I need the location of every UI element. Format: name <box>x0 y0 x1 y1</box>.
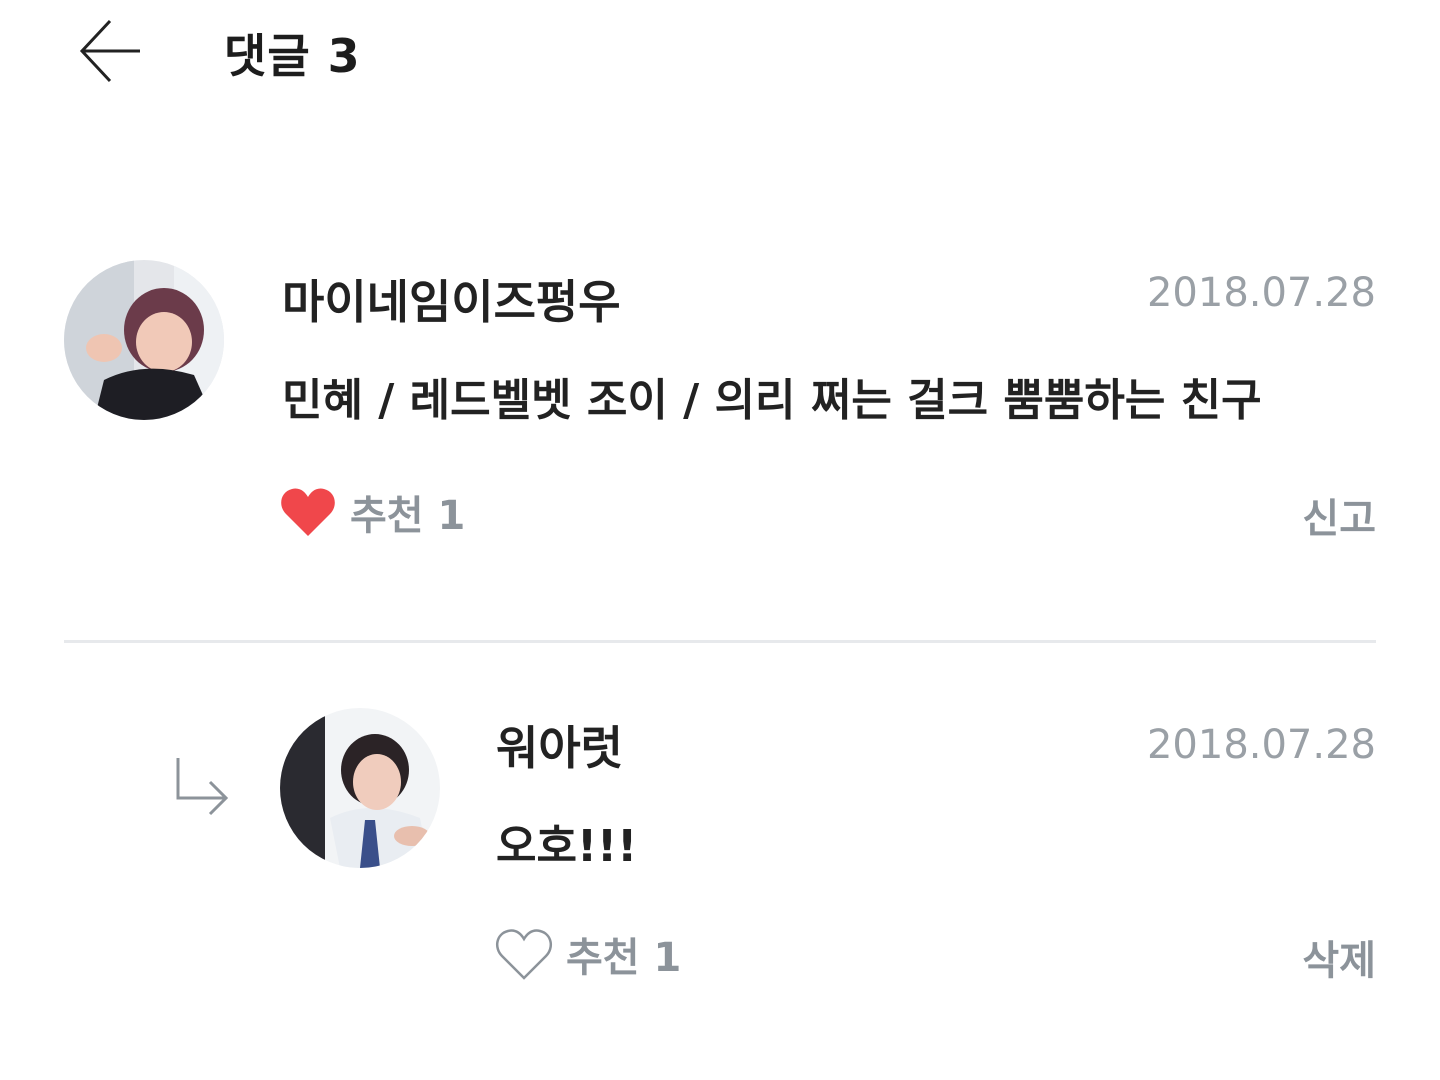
like-count: 추천 1 <box>350 493 466 539</box>
like-button[interactable]: 추천 1 <box>494 924 681 984</box>
reply-arrow-icon <box>176 758 229 816</box>
arrow-left-icon[interactable] <box>74 16 146 86</box>
like-button[interactable]: 추천 1 <box>278 482 465 542</box>
divider <box>64 640 1376 643</box>
comment-text: 오호!!! <box>496 821 638 872</box>
comment-date: 2018.07.28 <box>1146 722 1376 768</box>
avatar[interactable] <box>280 708 440 868</box>
like-count: 추천 1 <box>566 935 682 981</box>
avatar[interactable] <box>64 260 224 420</box>
page-title: 댓글 3 <box>224 29 361 83</box>
comment-author[interactable]: 마이네임이즈펑우 <box>282 266 621 332</box>
comment-author[interactable]: 워아럿 <box>496 712 623 778</box>
heart-filled-icon <box>281 488 335 536</box>
report-button[interactable]: 신고 <box>1302 486 1376 544</box>
comment-text: 민혜 / 레드벨벳 조이 / 의리 쩌는 걸크 뿜뿜하는 친구 <box>282 375 1262 426</box>
delete-button[interactable]: 삭제 <box>1302 928 1376 986</box>
heart-outline-icon <box>495 929 553 980</box>
top-bar: 댓글 3 <box>0 0 1440 110</box>
comment-date: 2018.07.28 <box>1146 270 1376 316</box>
